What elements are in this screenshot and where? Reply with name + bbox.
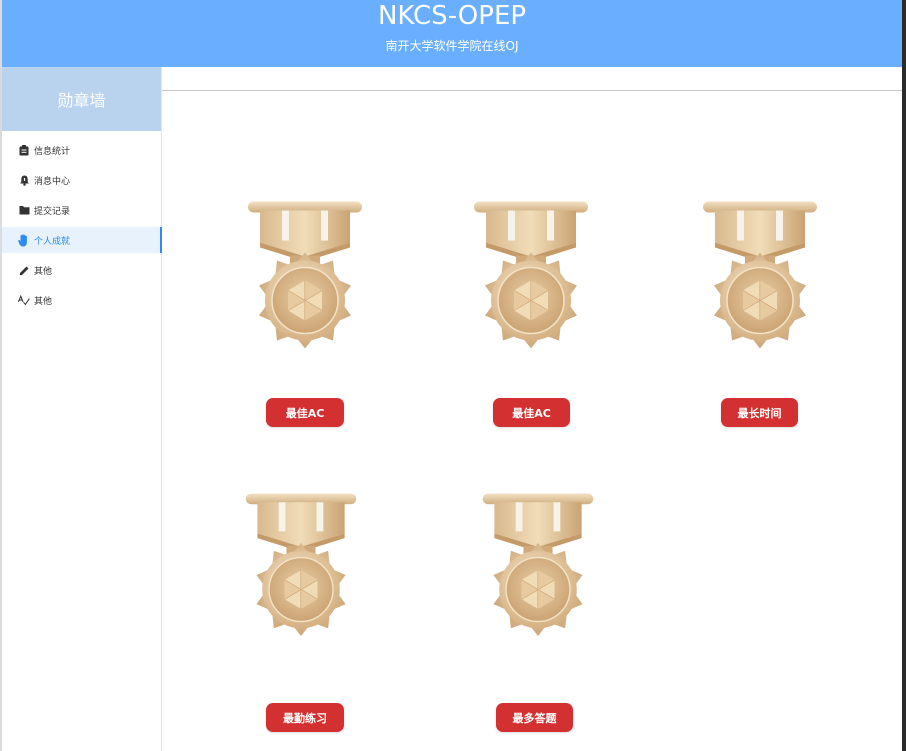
sidebar-item-stats[interactable]: 信息统计 — [2, 135, 161, 165]
spellcheck-icon — [18, 294, 30, 306]
sidebar-item-other-2[interactable]: 其他 — [2, 285, 161, 315]
app-title: NKCS-OPEP — [377, 1, 527, 31]
medal-icon — [466, 198, 596, 373]
content-toolbar — [162, 67, 902, 91]
sidebar-item-label: 信息统计 — [34, 146, 71, 157]
sidebar-item-submissions[interactable]: 提交记录 — [2, 195, 161, 225]
sidebar-item-label: 其他 — [34, 296, 53, 307]
medal-label-button[interactable]: 最佳AC — [493, 398, 570, 427]
clipboard-icon — [18, 144, 30, 156]
medal-label-button[interactable]: 最佳AC — [266, 398, 344, 427]
medal-label-button[interactable]: 最多答题 — [496, 703, 573, 732]
app-header: NKCS-OPEP 南开大学软件学院在线OJ — [2, 0, 902, 67]
sidebar-item-label: 消息中心 — [34, 176, 71, 187]
sidebar-title: 勋章墙 — [2, 67, 161, 131]
sidebar-item-label: 个人成就 — [34, 236, 71, 247]
medal-label-button[interactable]: 最长时间 — [721, 398, 798, 427]
app-subtitle: 南开大学软件学院在线OJ — [385, 39, 519, 53]
folder-icon — [18, 204, 30, 216]
bell-icon — [18, 174, 30, 186]
window-right-edge — [902, 0, 906, 751]
sidebar-item-label: 提交记录 — [34, 206, 71, 217]
medal-label-button[interactable]: 最勤练习 — [266, 703, 344, 732]
sidebar-item-other-1[interactable]: 其他 — [2, 255, 161, 285]
pencil-icon — [18, 264, 30, 276]
sidebar-item-messages[interactable]: 消息中心 — [2, 165, 161, 195]
sidebar-item-label: 其他 — [34, 266, 53, 277]
medal-icon — [240, 198, 370, 373]
medal-icon — [238, 490, 364, 660]
medal-icon — [695, 198, 825, 373]
sidebar-menu: 信息统计 消息中心 提交记录 个人成就 其他 其他 — [2, 135, 162, 315]
sidebar: 勋章墙 信息统计 消息中心 提交记录 个人成就 其他 其他 — [2, 67, 162, 751]
hand-icon — [18, 233, 30, 246]
medal-icon — [475, 490, 601, 660]
sidebar-item-achievements[interactable]: 个人成就 — [2, 227, 162, 253]
